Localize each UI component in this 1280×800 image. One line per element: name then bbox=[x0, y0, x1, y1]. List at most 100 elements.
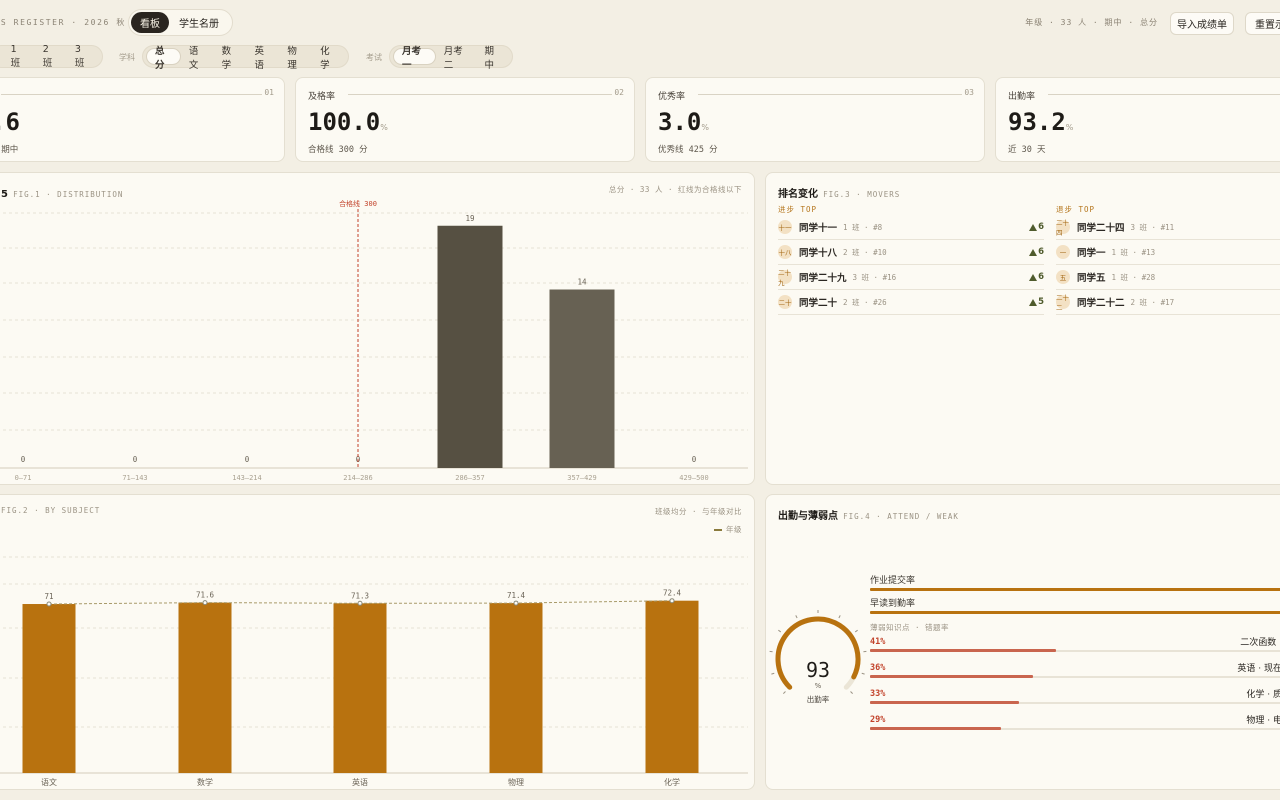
bar-value-label: 71 bbox=[44, 592, 53, 601]
gauge-tick bbox=[778, 629, 782, 633]
kpi-subtitle: 近 30 天 bbox=[1008, 145, 1046, 155]
exam-filter-label: 考试 bbox=[366, 53, 382, 62]
subject-bar bbox=[333, 603, 387, 773]
mover-row[interactable]: 五同学五 1 班 · #28 bbox=[1056, 265, 1280, 290]
rank-delta: 6 bbox=[1029, 247, 1044, 257]
grade-average-point bbox=[669, 598, 675, 604]
weak-point-name: 化学 · 质 bbox=[1246, 690, 1280, 700]
rank-delta-value: 6 bbox=[1038, 247, 1044, 257]
avatar: 一 bbox=[1056, 245, 1070, 259]
weak-point-bar bbox=[870, 675, 1034, 678]
weak-point-rate: 36% bbox=[870, 663, 886, 673]
subject-filter-label: 学科 bbox=[119, 53, 135, 62]
kpi-card-attendance-rate: 出勤率 93.2% 近 30 天 bbox=[995, 77, 1280, 162]
student-meta: 2 班 · #26 bbox=[843, 297, 887, 307]
exam-pill-monthly2[interactable]: 月考二 bbox=[436, 46, 477, 71]
mover-row[interactable]: 二十二 同学二十二 2 班 · #17 bbox=[1056, 290, 1280, 315]
kpi-value-group: 100.0% bbox=[308, 108, 388, 136]
kpi-label: 出勤率 bbox=[1008, 92, 1036, 102]
subject-pill-physics[interactable]: 物理 bbox=[279, 46, 312, 71]
weak-point-row[interactable]: 33% 化学 · 质 bbox=[870, 687, 1280, 713]
avatar: 二十九 bbox=[778, 269, 792, 287]
tab-roster[interactable]: 学生名册 bbox=[169, 12, 229, 33]
x-tick-label: 429–500 bbox=[679, 474, 709, 482]
bar-value-label: 0 bbox=[692, 455, 697, 464]
kpi-divider bbox=[348, 94, 612, 95]
weak-point-bar bbox=[870, 701, 1020, 704]
avatar: 二十二 bbox=[1056, 294, 1070, 312]
student-meta: 1 班 · #13 bbox=[1111, 247, 1156, 257]
distribution-bar bbox=[549, 289, 615, 468]
x-tick-label: 357–429 bbox=[567, 474, 597, 482]
gauge-tick bbox=[771, 672, 775, 675]
x-tick-label: 286–357 bbox=[455, 474, 485, 482]
triangle-up-icon bbox=[1029, 223, 1038, 231]
x-tick-label: 物理 bbox=[508, 777, 524, 787]
mover-row[interactable]: 二十九 同学二十九 3 班 · #16 6 bbox=[778, 265, 1044, 290]
avatar: 二十 bbox=[778, 295, 792, 309]
kpi-subtitle: · 期中 bbox=[0, 145, 19, 155]
kpi-index: 03 bbox=[964, 88, 974, 97]
exam-filter: 月考一 月考二 期中 bbox=[389, 45, 513, 71]
mover-row[interactable]: 一同学一 1 班 · #13 bbox=[1056, 240, 1280, 265]
weak-point-row[interactable]: 36% 英语 · 现在 bbox=[870, 661, 1280, 687]
class-pill-2[interactable]: 2 班 bbox=[35, 44, 67, 69]
student-meta: 2 班 · #17 bbox=[1130, 297, 1175, 307]
x-tick-label: 英语 bbox=[352, 777, 368, 787]
exam-pill-midterm[interactable]: 期中 bbox=[477, 46, 510, 71]
student-meta: 3 班 · #16 bbox=[852, 272, 897, 282]
bar-value-label: 0 bbox=[245, 455, 250, 464]
subject-pill-total[interactable]: 总分 bbox=[146, 46, 181, 71]
kpi-card-excellence-rate: 优秀率 03 3.0% 优秀线 425 分 bbox=[645, 77, 985, 162]
class-pill-1[interactable]: 1 班 bbox=[3, 44, 35, 69]
subject-filter: 总分 语文 数学 英语 物理 化学 bbox=[142, 45, 349, 71]
weak-point-name: 英语 · 现在 bbox=[1237, 664, 1280, 674]
subject-bar bbox=[178, 602, 232, 773]
kpi-label: 及格率 bbox=[308, 92, 336, 102]
exam-pill-monthly1[interactable]: 月考一 bbox=[393, 46, 436, 71]
student-meta: 1 班 · #8 bbox=[843, 222, 883, 232]
subject-chart: 71 语文 71.6 数学 71.3 英语 71.4 物理 72.4 化学 bbox=[0, 556, 748, 787]
fig3-header: 排名变化 FIG.3 · MOVERS bbox=[778, 182, 900, 201]
class-pill-3[interactable]: 3 班 bbox=[67, 44, 99, 69]
mover-row[interactable]: 二十 同学二十 2 班 · #26 5 bbox=[778, 290, 1044, 315]
weak-point-bar bbox=[870, 649, 1056, 652]
weak-point-row[interactable]: 29% 物理 · 电 bbox=[870, 713, 1280, 739]
gauge-value: 93 bbox=[805, 658, 831, 682]
student-name: 同学十八 bbox=[799, 248, 838, 259]
rank-delta-value: 6 bbox=[1038, 222, 1044, 232]
rank-delta-value: 6 bbox=[1038, 272, 1044, 282]
x-tick-label: 0–71 bbox=[15, 474, 32, 482]
reading-rate-label: 早读到勤率 bbox=[870, 599, 916, 609]
subject-pill-math[interactable]: 数学 bbox=[214, 46, 247, 71]
avatar: 二十四 bbox=[1056, 219, 1070, 237]
gauge-label: 出勤率 bbox=[806, 695, 830, 704]
grade-average-point bbox=[46, 601, 52, 607]
subject-pill-chinese[interactable]: 语文 bbox=[181, 46, 214, 71]
student-meta: 1 班 · #28 bbox=[1111, 272, 1156, 282]
kpi-unit: % bbox=[1065, 123, 1074, 132]
reset-button[interactable]: 重置示 bbox=[1245, 12, 1280, 35]
subject-pill-english[interactable]: 英语 bbox=[246, 46, 279, 71]
import-button[interactable]: 导入成绩单 bbox=[1170, 12, 1234, 35]
kpi-subtitle: 合格线 300 分 bbox=[308, 145, 368, 155]
kpi-index: 02 bbox=[614, 88, 624, 97]
x-tick-label: 数学 bbox=[197, 777, 213, 787]
tab-dashboard[interactable]: 看板 bbox=[131, 12, 169, 33]
triangle-up-icon bbox=[1029, 248, 1038, 256]
mover-row[interactable]: 十一 同学十一 1 班 · #8 6 bbox=[778, 215, 1044, 240]
subject-pill-chemistry[interactable]: 化学 bbox=[312, 46, 345, 71]
bar-value-label: 71.3 bbox=[351, 591, 369, 600]
mover-row[interactable]: 十八 同学十八 2 班 · #10 6 bbox=[778, 240, 1044, 265]
bar-value-label: 72.4 bbox=[663, 589, 682, 598]
x-tick-label: 语文 bbox=[41, 777, 57, 787]
avatar: 五 bbox=[1056, 270, 1070, 284]
improvers-heading: 进步 TOP bbox=[778, 205, 818, 214]
student-name: 同学十一 bbox=[799, 223, 838, 234]
subject-bar bbox=[489, 603, 543, 773]
fig4-title: 出勤与薄弱点 bbox=[778, 511, 838, 522]
weak-point-row[interactable]: 41% 二次函数 · bbox=[870, 635, 1280, 661]
distribution-card: 5 FIG.1 · DISTRIBUTION 总分 · 33 人 · 红线为合格… bbox=[0, 172, 755, 485]
gauge-tick bbox=[838, 615, 841, 619]
mover-row[interactable]: 二十四 同学二十四 3 班 · #11 bbox=[1056, 215, 1280, 240]
